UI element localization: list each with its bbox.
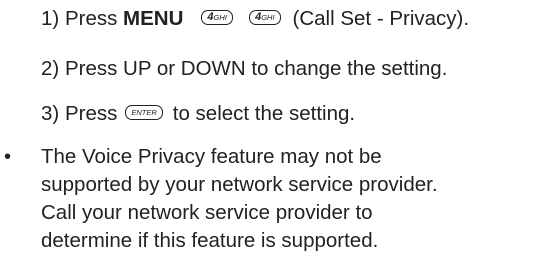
step-3: 3) Press ENTER to select the setting. bbox=[41, 102, 355, 126]
bullet-icon: • bbox=[4, 146, 12, 168]
menu-key-label: MENU bbox=[123, 7, 184, 30]
step-3-prefix: Press bbox=[64, 102, 118, 125]
step-3-suffix: to select the setting. bbox=[172, 102, 356, 125]
note-line-2: supported by your network service provid… bbox=[41, 173, 438, 196]
instruction-page: 1) Press MENU 4GHI 4GHI (Call Set - Priv… bbox=[0, 0, 539, 268]
step-2-number: 2) bbox=[41, 57, 60, 80]
step-2-text: Press UP or DOWN to change the setting. bbox=[64, 57, 448, 80]
step-1-number: 1) bbox=[41, 7, 60, 30]
step-3-number: 3) bbox=[41, 102, 60, 125]
note-line-3: Call your network service provider to bbox=[41, 201, 373, 224]
step-1: 1) Press MENU 4GHI 4GHI (Call Set - Priv… bbox=[41, 7, 469, 31]
step-1-suffix: (Call Set - Privacy). bbox=[292, 7, 470, 30]
note-line-1: The Voice Privacy feature may not be bbox=[41, 145, 382, 168]
note-line-4: determine if this feature is supported. bbox=[41, 229, 379, 252]
enter-key-icon: ENTER bbox=[125, 105, 164, 121]
step-1-prefix: Press bbox=[64, 7, 118, 30]
key-4-ghi-icon: 4GHI bbox=[201, 10, 234, 26]
step-2: 2) Press UP or DOWN to change the settin… bbox=[41, 57, 447, 81]
key-4-ghi-icon: 4GHI bbox=[248, 10, 281, 26]
